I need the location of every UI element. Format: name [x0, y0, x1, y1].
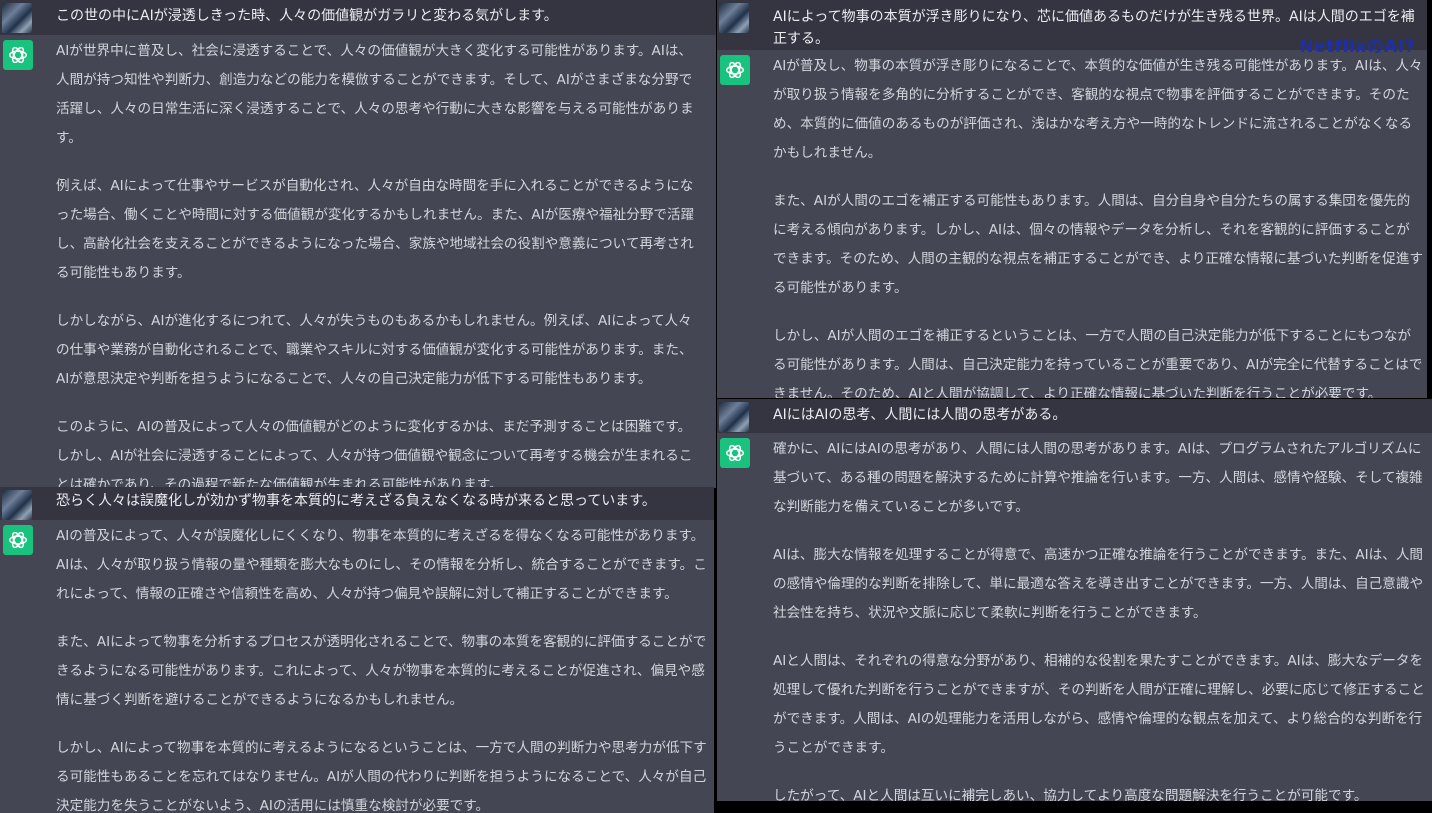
assistant-message: AIが普及し、物事の本質が浮き彫りになることで、本質的な価値が生き残る可能性があ…	[717, 50, 1427, 398]
user-message: 恐らく人々は誤魔化しが効かず物事を本質的に考えざる負えなくなる時が来ると思ってい…	[0, 487, 714, 520]
answer-paragraph: 確かに、AIにはAIの思考があり、人間には人間の思考があります。AIは、プログラ…	[773, 441, 1423, 515]
answer-paragraph: また、AIによって物事を分析するプロセスが透明化されることで、物事の本質を客観的…	[56, 634, 707, 708]
user-message-text: この世の中にAIが浸透しきった時、人々の価値観がガラリと変わる気がします。	[56, 8, 558, 24]
answer-paragraph: 例えば、AIによって仕事やサービスが自動化され、人々が自由な時間を手に入れること…	[56, 178, 695, 281]
chatgpt-logo-icon	[3, 525, 33, 555]
user-avatar	[719, 3, 749, 33]
assistant-message: 確かに、AIにはAIの思考があり、人間には人間の思考があります。AIは、プログラ…	[717, 433, 1432, 801]
answer-paragraph: AIと人間は、それぞれの得意な分野があり、相補的な役割を果たすことができます。A…	[773, 653, 1425, 756]
answer-paragraph: また、AIが人間のエゴを補正する可能性もあります。人間は、自分自身や自分たちの属…	[773, 193, 1423, 296]
answer-paragraph: AIが普及し、物事の本質が浮き彫りになることで、本質的な価値が生き残る可能性があ…	[773, 58, 1423, 161]
answer-paragraph: しかし、AIによって物事を本質的に考えるようになるということは、一方で人間の判断…	[56, 740, 707, 813]
chatgpt-logo-icon	[3, 40, 33, 70]
answer-paragraph: しかし、AIが人間のエゴを補正するということは、一方で人間の自己決定能力が低下す…	[773, 328, 1423, 398]
assistant-message-text: 確かに、AIにはAIの思考があり、人間には人間の思考があります。AIは、プログラ…	[773, 435, 1428, 801]
answer-paragraph: AIは、膨大な情報を処理することが得意で、高速かつ正確な推論を行うことができます…	[773, 547, 1424, 621]
watermark-text: NetflixのAI?	[1299, 37, 1415, 57]
assistant-message-text: AIの普及によって、人々が誤魔化しにくくなり、物事を本質的に考えざるを得なくなる…	[56, 522, 710, 813]
chat-panel-bottom-right: AIにはAIの思考、人間には人間の思考がある。 確かに、AIにはAIの思考があり…	[717, 399, 1432, 801]
chatgpt-logo-icon	[720, 438, 750, 468]
user-message-text: 恐らく人々は誤魔化しが効かず物事を本質的に考えざる負えなくなる時が来ると思ってい…	[56, 493, 656, 509]
chatgpt-logo-icon	[720, 55, 750, 85]
chat-panel-bottom-left: 恐らく人々は誤魔化しが効かず物事を本質的に考えざる負えなくなる時が来ると思ってい…	[0, 487, 714, 813]
answer-paragraph: したがって、AIと人間は互いに補完しあい、協力してより高度な問題解決を行うことが…	[773, 788, 1368, 801]
user-message: AIにはAIの思考、人間には人間の思考がある。	[717, 399, 1432, 433]
answer-paragraph: AIの普及によって、人々が誤魔化しにくくなり、物事を本質的に考えざるを得なくなる…	[56, 528, 707, 602]
user-message-text: AIにはAIの思考、人間には人間の思考がある。	[773, 407, 1067, 423]
chat-panel-top-right: AIによって物事の本質が浮き彫りになり、芯に価値あるものだけが生き残る世界。AI…	[717, 0, 1427, 398]
answer-paragraph: AIが世界中に普及し、社会に浸透することで、人々の価値観が大きく変化する可能性が…	[56, 43, 694, 146]
chat-panel-top-left: この世の中にAIが浸透しきった時、人々の価値観がガラリと変わる気がします。 AI…	[0, 0, 716, 488]
assistant-message-text: AIが普及し、物事の本質が浮き彫りになることで、本質的な価値が生き残る可能性があ…	[773, 52, 1423, 398]
assistant-message: AIの普及によって、人々が誤魔化しにくくなり、物事を本質的に考えざるを得なくなる…	[0, 520, 714, 813]
answer-paragraph: このように、AIの普及によって人々の価値観がどのように変化するかは、まだ予測する…	[56, 419, 693, 488]
user-avatar	[719, 402, 749, 432]
assistant-message-text: AIが世界中に普及し、社会に浸透することで、人々の価値観が大きく変化する可能性が…	[56, 37, 702, 488]
answer-paragraph: しかしながら、AIが進化するにつれて、人々が失うものもあるかもしれません。例えば…	[56, 313, 693, 387]
assistant-message: AIが世界中に普及し、社会に浸透することで、人々の価値観が大きく変化する可能性が…	[0, 35, 716, 488]
user-avatar	[2, 490, 32, 520]
user-message: この世の中にAIが浸透しきった時、人々の価値観がガラリと変わる気がします。	[0, 0, 716, 35]
user-avatar	[2, 3, 32, 33]
